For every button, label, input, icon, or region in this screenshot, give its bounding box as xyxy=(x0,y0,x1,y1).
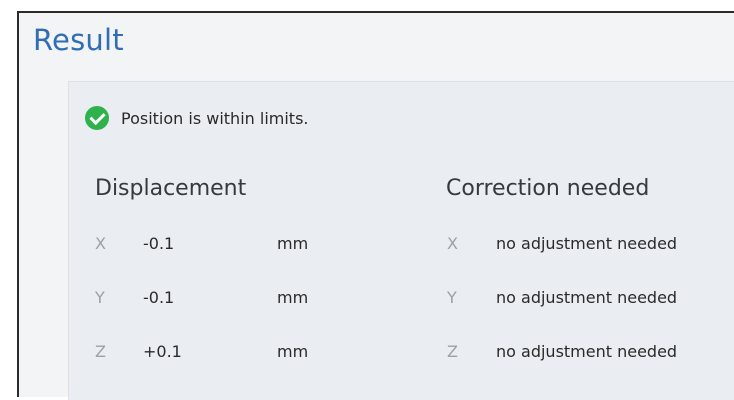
displacement-unit: mm xyxy=(277,234,309,253)
axis-label: X xyxy=(95,234,106,253)
page-title: Result xyxy=(33,23,124,57)
correction-text: no adjustment needed xyxy=(496,288,678,307)
correction-heading: Correction needed xyxy=(446,176,650,201)
check-circle-icon xyxy=(85,106,109,130)
correction-text: no adjustment needed xyxy=(496,342,678,361)
correction-text: no adjustment needed xyxy=(496,234,678,253)
status-text: Position is within limits. xyxy=(121,108,309,128)
displacement-value: +0.1 xyxy=(143,342,182,361)
axis-label: Y xyxy=(447,288,457,307)
displacement-value: -0.1 xyxy=(143,234,175,253)
axis-label: X xyxy=(447,234,458,253)
result-window: Result Position is within limits. Displa… xyxy=(17,11,734,400)
displacement-heading: Displacement xyxy=(95,176,247,201)
axis-label: Z xyxy=(447,342,458,361)
displacement-unit: mm xyxy=(277,342,309,361)
status-message: Position is within limits. xyxy=(85,106,308,130)
result-panel: Position is within limits. Displacement … xyxy=(68,81,734,400)
displacement-value: -0.1 xyxy=(143,288,175,307)
axis-label: Z xyxy=(95,342,106,361)
displacement-unit: mm xyxy=(277,288,309,307)
axis-label: Y xyxy=(95,288,105,307)
